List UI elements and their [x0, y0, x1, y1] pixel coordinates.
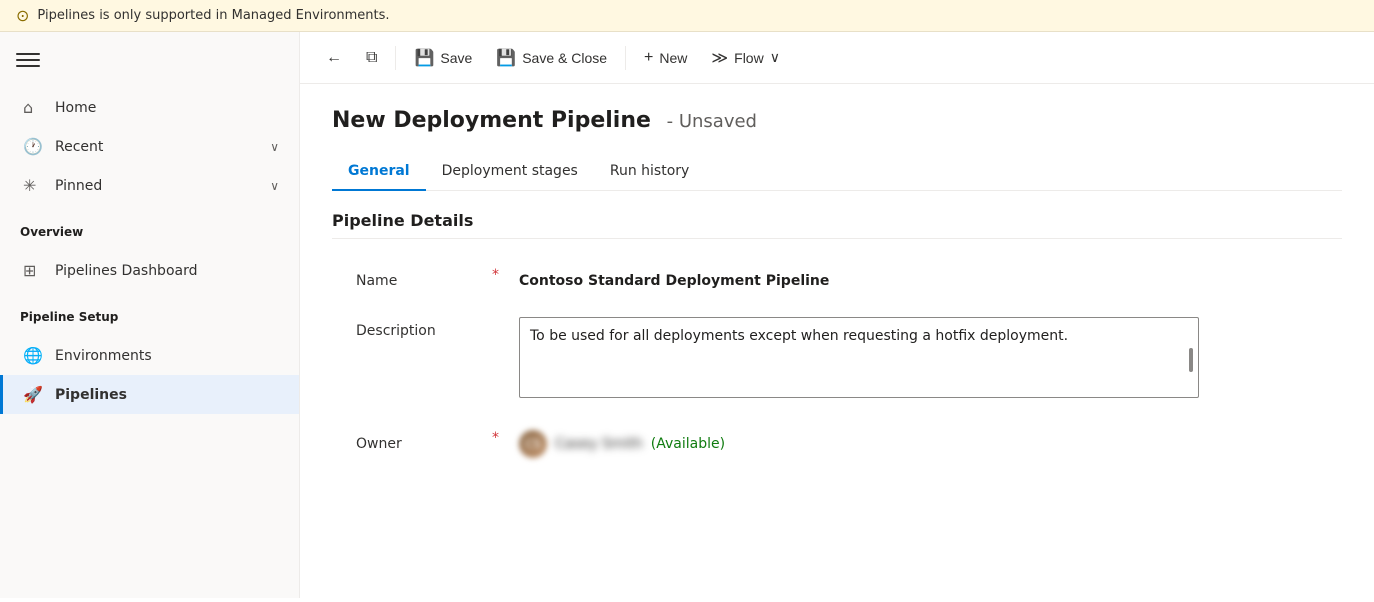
pin-icon: ✳ [23, 176, 43, 195]
description-label: Description [356, 317, 476, 339]
dashboard-icon: ⊞ [23, 261, 43, 280]
page-content: New Deployment Pipeline - Unsaved Genera… [300, 84, 1374, 598]
sidebar-item-pipelines[interactable]: 🚀 Pipelines [0, 375, 299, 414]
save-button[interactable]: 💾 Save [404, 42, 482, 74]
back-icon: ← [326, 49, 342, 67]
banner-text: Pipelines is only supported in Managed E… [37, 8, 389, 23]
home-icon: ⌂ [23, 98, 43, 117]
sidebar-item-pinned[interactable]: ✳ Pinned ∨ [0, 166, 299, 205]
description-textarea-wrapper [519, 317, 1199, 402]
sidebar-item-pipelines-dashboard[interactable]: ⊞ Pipelines Dashboard [0, 251, 299, 290]
rocket-icon: 🚀 [23, 385, 43, 404]
save-label: Save [440, 50, 472, 66]
avatar: CS [519, 430, 547, 458]
sidebar-item-label: Pinned [55, 178, 258, 194]
form-section: Pipeline Details Name * Contoso Standard… [332, 191, 1342, 494]
pipeline-setup-section-header: Pipeline Setup [0, 298, 299, 328]
sidebar-nav: ⌂ Home 🕐 Recent ∨ ✳ Pinned ∨ [0, 80, 299, 213]
sidebar-overview-items: ⊞ Pipelines Dashboard [0, 243, 299, 298]
flow-label: Flow [734, 50, 764, 66]
description-input[interactable] [519, 317, 1199, 398]
chevron-down-icon: ∨ [270, 179, 279, 193]
tab-deployment-stages[interactable]: Deployment stages [426, 153, 594, 191]
sidebar-item-recent[interactable]: 🕐 Recent ∨ [0, 127, 299, 166]
main-content: ← ⧉ 💾 Save 💾 Save & Close + New ≫ Flow [300, 32, 1374, 598]
recent-icon: 🕐 [23, 137, 43, 156]
sidebar-item-label: Pipelines Dashboard [55, 263, 279, 279]
owner-label: Owner [356, 430, 476, 452]
name-field-row: Name * Contoso Standard Deployment Pipel… [332, 255, 1342, 301]
page-title-text: New Deployment Pipeline [332, 108, 651, 133]
page-title: New Deployment Pipeline - Unsaved [332, 108, 757, 133]
sidebar-item-label: Home [55, 100, 279, 116]
save-icon: 💾 [414, 48, 434, 68]
owner-row: CS Casey Smith (Available) [519, 430, 725, 458]
hamburger-menu[interactable] [16, 48, 40, 72]
sidebar-item-label: Environments [55, 348, 279, 364]
sidebar-item-label: Recent [55, 139, 258, 155]
description-field-row: Description * [332, 305, 1342, 414]
owner-name: Casey Smith [555, 436, 643, 452]
toolbar-separator [395, 46, 396, 70]
tabs: General Deployment stages Run history [332, 153, 1342, 191]
sidebar: ⌂ Home 🕐 Recent ∨ ✳ Pinned ∨ Overview ⊞ … [0, 32, 300, 598]
sidebar-item-home[interactable]: ⌂ Home [0, 88, 299, 127]
owner-required-star: * [492, 430, 499, 446]
name-required-star: * [492, 267, 499, 283]
managed-environments-banner: ⊙ Pipelines is only supported in Managed… [0, 0, 1374, 32]
save-close-button[interactable]: 💾 Save & Close [486, 42, 617, 74]
warning-icon: ⊙ [16, 6, 29, 25]
owner-status: (Available) [651, 436, 725, 452]
overview-section-header: Overview [0, 213, 299, 243]
open-external-icon: ⧉ [366, 49, 377, 67]
flow-chevron-icon: ∨ [770, 49, 780, 66]
sidebar-pipeline-items: 🌐 Environments 🚀 Pipelines [0, 328, 299, 422]
open-external-button[interactable]: ⧉ [356, 43, 387, 73]
new-button[interactable]: + New [634, 43, 697, 73]
chevron-down-icon: ∨ [270, 140, 279, 154]
flow-icon: ≫ [711, 48, 728, 68]
scrollbar-indicator [1189, 348, 1193, 372]
name-label: Name [356, 267, 476, 289]
tab-run-history[interactable]: Run history [594, 153, 705, 191]
pipeline-details-section-title: Pipeline Details [332, 211, 1342, 239]
save-close-label: Save & Close [522, 50, 607, 66]
owner-field-row: Owner * CS Casey Smith (Available) [332, 418, 1342, 470]
toolbar: ← ⧉ 💾 Save 💾 Save & Close + New ≫ Flow [300, 32, 1374, 84]
unsaved-label: - Unsaved [667, 111, 757, 132]
sidebar-item-environments[interactable]: 🌐 Environments [0, 336, 299, 375]
globe-icon: 🌐 [23, 346, 43, 365]
sidebar-item-label: Pipelines [55, 387, 279, 403]
new-label: New [659, 50, 687, 66]
save-close-icon: 💾 [496, 48, 516, 68]
plus-icon: + [644, 49, 653, 67]
page-header: New Deployment Pipeline - Unsaved [332, 108, 1342, 133]
toolbar-separator-2 [625, 46, 626, 70]
tab-general[interactable]: General [332, 153, 426, 191]
flow-button[interactable]: ≫ Flow ∨ [701, 42, 790, 74]
back-button[interactable]: ← [316, 43, 352, 73]
name-value: Contoso Standard Deployment Pipeline [519, 267, 1318, 289]
